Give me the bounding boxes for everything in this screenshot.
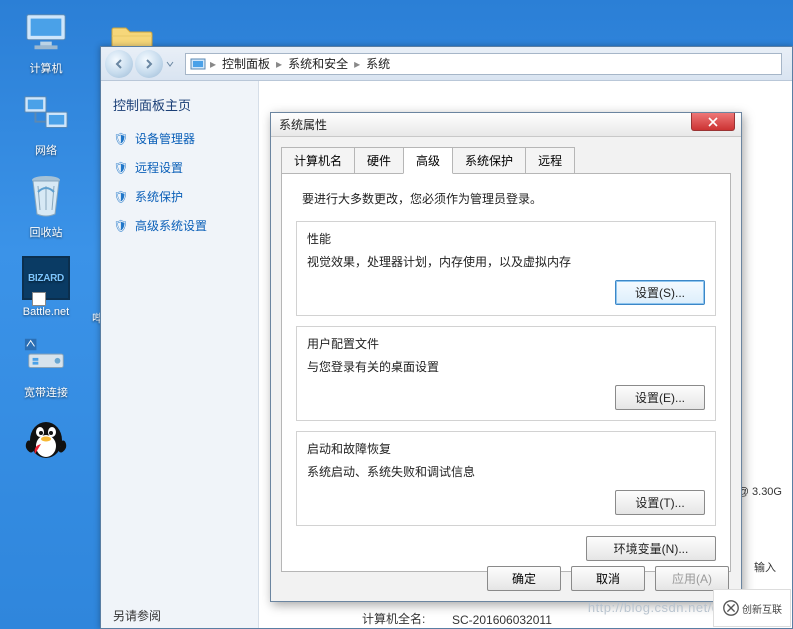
desktop-icon-recycle[interactable]: 回收站 [6, 172, 86, 240]
explorer-toolbar: ▸ 控制面板 ▸ 系统和安全 ▸ 系统 [101, 47, 792, 81]
group-title: 用户配置文件 [307, 335, 705, 352]
input-hint-text: 输入 [754, 559, 776, 575]
tab-bar: 计算机名 硬件 高级 系统保护 远程 [271, 137, 741, 173]
recycle-bin-icon [26, 174, 66, 218]
settings-button-performance[interactable]: 设置(S)... [615, 280, 705, 305]
shield-icon: 🛡 [113, 131, 129, 147]
computer-icon [23, 12, 69, 52]
sidebar-link-protection[interactable]: 🛡系统保护 [113, 188, 246, 205]
desktop-icon-label: 网络 [6, 142, 86, 158]
group-title: 启动和故障恢复 [307, 440, 705, 457]
settings-button-profiles[interactable]: 设置(E)... [615, 385, 705, 410]
desktop-icon-qq[interactable] [6, 414, 86, 462]
tab-advanced[interactable]: 高级 [403, 147, 453, 174]
desktop-icon-broadband[interactable]: 宽带连接 [6, 332, 86, 400]
tab-remote[interactable]: 远程 [525, 147, 575, 173]
sidebar-link-device-manager[interactable]: 🛡设备管理器 [113, 130, 246, 147]
dialog-title: 系统属性 [271, 113, 741, 137]
control-panel-icon [190, 56, 206, 72]
close-icon [708, 117, 718, 127]
tab-content-advanced: 要进行大多数更改，您必须作为管理员登录。 性能 视觉效果，处理器计划，内存使用，… [281, 173, 731, 572]
apply-button[interactable]: 应用(A) [655, 566, 729, 591]
group-desc: 与您登录有关的桌面设置 [307, 358, 705, 375]
shield-icon: 🛡 [113, 189, 129, 205]
shield-icon: 🛡 [113, 160, 129, 176]
brand-badge: 创新互联 [713, 589, 791, 627]
sidebar-link-remote[interactable]: 🛡远程设置 [113, 159, 246, 176]
tab-protection[interactable]: 系统保护 [452, 147, 526, 173]
desktop-icon-label: 宽带连接 [6, 384, 86, 400]
nav-forward-button[interactable] [135, 50, 163, 78]
cancel-button[interactable]: 取消 [571, 566, 645, 591]
control-panel-sidebar: 控制面板主页 🛡设备管理器 🛡远程设置 🛡系统保护 🛡高级系统设置 另请参阅 [101, 81, 259, 628]
shortcut-arrow-icon [32, 292, 46, 306]
group-desc: 视觉效果，处理器计划，内存使用，以及虚拟内存 [307, 253, 705, 270]
desktop-icon-network[interactable]: 网络 [6, 90, 86, 158]
qq-penguin-icon [23, 414, 69, 462]
tab-hardware[interactable]: 硬件 [354, 147, 404, 173]
nav-dropdown-icon[interactable] [163, 57, 177, 71]
breadcrumb[interactable]: ▸ 控制面板 ▸ 系统和安全 ▸ 系统 [185, 53, 782, 75]
breadcrumb-item[interactable]: 控制面板 [216, 55, 276, 72]
desktop-icon-label: 计算机 [6, 60, 86, 76]
group-title: 性能 [307, 230, 705, 247]
ok-button[interactable]: 确定 [487, 566, 561, 591]
blizzard-icon: BIZARD [22, 256, 70, 300]
modem-icon [23, 336, 69, 376]
group-performance: 性能 视觉效果，处理器计划，内存使用，以及虚拟内存 设置(S)... [296, 221, 716, 316]
shield-icon: 🛡 [113, 218, 129, 234]
dialog-footer: 确定 取消 应用(A) [487, 566, 729, 591]
brand-logo-icon [722, 599, 740, 617]
breadcrumb-item[interactable]: 系统和安全 [282, 55, 354, 72]
computer-name-label: 计算机全名: [362, 610, 425, 627]
network-icon [23, 94, 69, 134]
group-startup-recovery: 启动和故障恢复 系统启动、系统失败和调试信息 设置(T)... [296, 431, 716, 526]
desktop-icon-computer[interactable]: 计算机 [6, 8, 86, 76]
breadcrumb-item[interactable]: 系统 [360, 55, 396, 72]
desktop: 计算机 网络 回收站 BIZARD Battle.net 宽带连接 [0, 0, 100, 629]
system-properties-dialog: 系统属性 计算机名 硬件 高级 系统保护 远程 要进行大多数更改，您必须作为管理… [270, 112, 742, 602]
sidebar-title: 控制面板主页 [113, 95, 246, 114]
group-user-profiles: 用户配置文件 与您登录有关的桌面设置 设置(E)... [296, 326, 716, 421]
tab-computer-name[interactable]: 计算机名 [281, 147, 355, 173]
desktop-icon-battlenet[interactable]: BIZARD Battle.net [6, 254, 86, 318]
admin-note: 要进行大多数更改，您必须作为管理员登录。 [302, 190, 716, 207]
settings-button-startup[interactable]: 设置(T)... [615, 490, 705, 515]
computer-name-value: SC-201606032011 [452, 613, 552, 627]
desktop-icon-label: Battle.net [6, 306, 86, 318]
desktop-icon-label: 回收站 [6, 224, 86, 240]
group-desc: 系统启动、系统失败和调试信息 [307, 463, 705, 480]
env-variables-button[interactable]: 环境变量(N)... [586, 536, 716, 561]
nav-back-button[interactable] [105, 50, 133, 78]
close-button[interactable] [691, 113, 735, 131]
sidebar-link-advanced[interactable]: 🛡高级系统设置 [113, 217, 246, 234]
sidebar-seealso: 另请参阅 [113, 607, 161, 624]
